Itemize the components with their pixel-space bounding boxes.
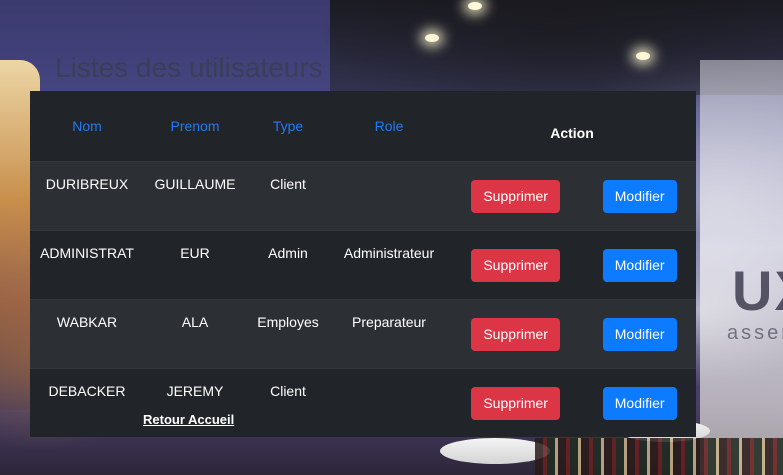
cell-delete: Supprimer	[448, 299, 584, 369]
cell-edit: Modifier	[583, 368, 696, 437]
table-row: WABKAR ALA Employes Preparateur Supprime…	[30, 299, 696, 369]
cell-type: Client	[246, 368, 330, 437]
cell-type: Client	[246, 161, 330, 231]
background-bottles	[535, 438, 783, 475]
delete-button[interactable]: Supprimer	[471, 248, 560, 282]
edit-button[interactable]: Modifier	[602, 317, 677, 351]
cell-delete: Supprimer	[448, 368, 584, 437]
cell-edit: Modifier	[583, 299, 696, 369]
cell-role	[330, 368, 448, 437]
table-row: DURIBREUX GUILLAUME Client Supprimer Mod…	[30, 161, 696, 231]
column-header-action: Action	[448, 91, 696, 162]
cell-nom: DURIBREUX	[30, 161, 144, 231]
edit-button[interactable]: Modifier	[602, 386, 677, 420]
cell-delete: Supprimer	[448, 230, 584, 300]
cell-type: Employes	[246, 299, 330, 369]
table-header-row: Nom Prenom Type Role Action	[30, 91, 696, 162]
background-lamp	[636, 52, 650, 60]
cell-role	[330, 161, 448, 231]
background-lamp	[468, 2, 482, 10]
table-row: ADMINISTRAT EUR Admin Administrateur Sup…	[30, 230, 696, 300]
page-title: Listes des utilisateurs	[55, 52, 323, 83]
cell-prenom: GUILLAUME	[144, 161, 246, 231]
cell-edit: Modifier	[583, 230, 696, 300]
background-lamp	[425, 34, 439, 42]
cell-edit: Modifier	[583, 161, 696, 231]
page: UX asserie Listes des utilisateurs Nom P…	[0, 0, 783, 475]
cell-role: Preparateur	[330, 299, 448, 369]
delete-button[interactable]: Supprimer	[471, 386, 560, 420]
cell-type: Admin	[246, 230, 330, 300]
users-table: Nom Prenom Type Role Action DURIBREUX GU…	[30, 91, 696, 437]
background-table	[440, 438, 550, 464]
cell-nom: ADMINISTRAT	[30, 230, 144, 300]
cell-prenom: ALA	[144, 299, 246, 369]
delete-button[interactable]: Supprimer	[471, 317, 560, 351]
cell-delete: Supprimer	[448, 161, 584, 231]
column-header-prenom[interactable]: Prenom	[144, 91, 246, 162]
edit-button[interactable]: Modifier	[602, 179, 677, 213]
edit-button[interactable]: Modifier	[602, 248, 677, 282]
column-header-nom[interactable]: Nom	[30, 91, 144, 162]
column-header-role[interactable]: Role	[330, 91, 448, 162]
cell-role: Administrateur	[330, 230, 448, 300]
background-brand-subtext: asserie	[727, 322, 783, 344]
background-brand-text: UX	[732, 259, 783, 322]
table-row: DEBACKER JEREMY Client Supprimer Modifie…	[30, 368, 696, 437]
cell-nom: WABKAR	[30, 299, 144, 369]
cell-prenom: EUR	[144, 230, 246, 300]
back-home-link[interactable]: Retour Accueil	[143, 412, 234, 427]
column-header-type[interactable]: Type	[246, 91, 330, 162]
delete-button[interactable]: Supprimer	[471, 179, 560, 213]
cell-nom: DEBACKER	[30, 368, 144, 437]
